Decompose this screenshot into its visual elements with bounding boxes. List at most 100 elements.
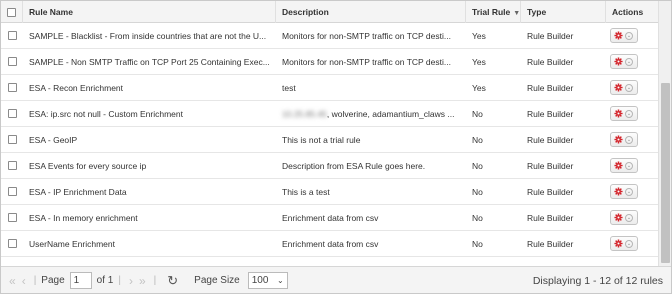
table-row[interactable]: ESA - In memory enrichment Enrichment dat… xyxy=(1,205,659,231)
rule-name[interactable]: UserName Enrichment xyxy=(23,231,276,257)
rule-name[interactable]: ESA - IP Enrichment Data xyxy=(23,179,276,205)
page-count-label: of 1 xyxy=(96,275,114,286)
actions-cell: ⌄ xyxy=(606,23,659,49)
row-checkbox[interactable] xyxy=(7,161,17,170)
page-label: Page xyxy=(41,275,65,286)
trial-rule: No xyxy=(472,212,483,223)
column-header-rule-name[interactable]: Rule Name xyxy=(23,1,276,23)
chevron-down-icon: ⌄ xyxy=(625,31,633,40)
row-checkbox-cell[interactable] xyxy=(1,231,23,257)
pager-separator: | xyxy=(153,275,157,286)
column-header-description[interactable]: Description xyxy=(276,1,466,23)
rule-name[interactable]: ESA - GeoIP xyxy=(23,127,276,153)
row-checkbox-cell[interactable] xyxy=(1,127,23,153)
row-checkbox-cell[interactable] xyxy=(1,101,23,127)
table-row[interactable]: ESA - IP Enrichment Data This is a test No… xyxy=(1,179,659,205)
row-actions-button[interactable]: ⌄ xyxy=(610,80,638,95)
select-all-checkbox[interactable] xyxy=(7,7,16,17)
row-actions-button[interactable]: ⌄ xyxy=(610,236,638,251)
row-checkbox[interactable] xyxy=(7,57,17,66)
actions-cell: ⌄ xyxy=(606,49,659,75)
grid-body[interactable]: SAMPLE - Blacklist - From inside countri… xyxy=(1,23,659,266)
row-checkbox[interactable] xyxy=(7,31,17,40)
row-checkbox[interactable] xyxy=(7,135,17,144)
table-row[interactable]: ESA - GeoIP This is not a trial rule No Rul… xyxy=(1,127,659,153)
gear-icon xyxy=(614,31,623,40)
row-actions-button[interactable]: ⌄ xyxy=(610,106,638,121)
row-actions-button[interactable]: ⌄ xyxy=(610,158,638,173)
grid-header: Rule Name Description Trial Rule ▼ Type A… xyxy=(1,1,659,23)
rule-name[interactable]: SAMPLE - Non SMTP Traffic on TCP Port 25… xyxy=(23,49,276,75)
row-checkbox-cell[interactable] xyxy=(1,75,23,101)
description-text: Enrichment data from csv xyxy=(282,238,379,249)
row-actions-button[interactable]: ⌄ xyxy=(610,132,638,147)
table-row[interactable]: SAMPLE - Non SMTP Traffic on TCP Port 25… xyxy=(1,49,659,75)
rule-description: test xyxy=(276,75,466,101)
rule-description: Enrichment data from csv xyxy=(276,231,466,257)
column-label: Description xyxy=(282,7,329,17)
rule-name[interactable]: ESA - Recon Enrichment xyxy=(23,75,276,101)
column-label: Type xyxy=(527,7,547,17)
trial-rule: No xyxy=(472,108,483,119)
first-page-icon[interactable]: « xyxy=(9,274,16,288)
select-all-cell[interactable] xyxy=(1,1,23,23)
next-page-icon[interactable]: › xyxy=(129,274,133,288)
row-checkbox[interactable] xyxy=(7,109,17,118)
row-actions-button[interactable]: ⌄ xyxy=(610,210,638,225)
rule-name[interactable]: SAMPLE - Blacklist - From inside countri… xyxy=(23,23,276,49)
rule-type: Rule Builder xyxy=(527,186,574,197)
rule-name[interactable]: ESA Events for every source ip xyxy=(23,153,276,179)
table-row[interactable]: ESA - Recon Enrichment test Yes Rule Builde… xyxy=(1,75,659,101)
row-checkbox[interactable] xyxy=(7,187,17,196)
column-header-type[interactable]: Type xyxy=(521,1,606,23)
vertical-scrollbar[interactable] xyxy=(658,1,671,266)
gear-icon xyxy=(614,57,623,66)
row-checkbox[interactable] xyxy=(7,83,17,92)
row-checkbox-cell[interactable] xyxy=(1,153,23,179)
refresh-icon[interactable]: ↻ xyxy=(167,273,178,289)
row-checkbox-cell[interactable] xyxy=(1,205,23,231)
trial-rule: No xyxy=(472,134,483,145)
row-actions-button[interactable]: ⌄ xyxy=(610,28,638,43)
rule-type: Rule Builder xyxy=(527,238,574,249)
table-row[interactable]: UserName Enrichment Enrichment data from … xyxy=(1,231,659,257)
page-number-input[interactable]: 1 xyxy=(69,272,92,289)
row-actions-button[interactable]: ⌄ xyxy=(610,184,638,199)
pager-separator: | xyxy=(118,275,121,286)
chevron-down-icon: ⌄ xyxy=(625,135,633,144)
chevron-down-icon: ⌄ xyxy=(625,57,633,66)
displaying-count: Displaying 1 - 12 of 12 rules xyxy=(532,274,663,287)
row-checkbox[interactable] xyxy=(7,239,17,248)
rule-name[interactable]: ESA: ip.src not null - Custom Enrichment xyxy=(23,101,276,127)
actions-cell: ⌄ xyxy=(606,75,659,101)
previous-page-icon[interactable]: ‹ xyxy=(22,274,26,288)
column-header-trial-rule[interactable]: Trial Rule ▼ xyxy=(466,1,521,23)
row-checkbox-cell[interactable] xyxy=(1,49,23,75)
description-text: This is a test xyxy=(282,186,330,197)
row-actions-button[interactable]: ⌄ xyxy=(610,54,638,69)
table-row[interactable]: ESA Events for every source ip Descriptio… xyxy=(1,153,659,179)
table-row[interactable]: SAMPLE - Blacklist - From inside countri… xyxy=(1,23,659,49)
row-checkbox-cell[interactable] xyxy=(1,179,23,205)
page-size-select[interactable]: 100 ⌄ xyxy=(247,272,288,289)
pagination-toolbar: « ‹ | Page 1 of 1 | › » | ↻ Page Size 10… xyxy=(1,266,671,293)
trial-rule: Yes xyxy=(472,30,486,41)
last-page-icon[interactable]: » xyxy=(139,274,146,288)
row-checkbox[interactable] xyxy=(7,213,17,222)
rule-description: Enrichment data from csv xyxy=(276,205,466,231)
trial-rule: No xyxy=(472,238,483,249)
description-text: , wolverine, adamantium_claws ... xyxy=(326,108,455,119)
column-label: Rule Name xyxy=(29,7,73,17)
table-row[interactable]: ESA: ip.src not null - Custom Enrichment… xyxy=(1,101,659,127)
gear-icon xyxy=(614,161,623,170)
row-checkbox-cell[interactable] xyxy=(1,23,23,49)
actions-cell: ⌄ xyxy=(606,231,659,257)
scrollbar-thumb[interactable] xyxy=(661,83,670,263)
description-text: Enrichment data from csv xyxy=(282,212,379,223)
actions-cell: ⌄ xyxy=(606,101,659,127)
sort-desc-icon: ▼ xyxy=(513,10,521,17)
rule-name[interactable]: ESA - In memory enrichment xyxy=(23,205,276,231)
rule-type: Rule Builder xyxy=(527,108,574,119)
rule-type: Rule Builder xyxy=(527,134,574,145)
description-text: Description from ESA Rule goes here. xyxy=(282,160,426,171)
